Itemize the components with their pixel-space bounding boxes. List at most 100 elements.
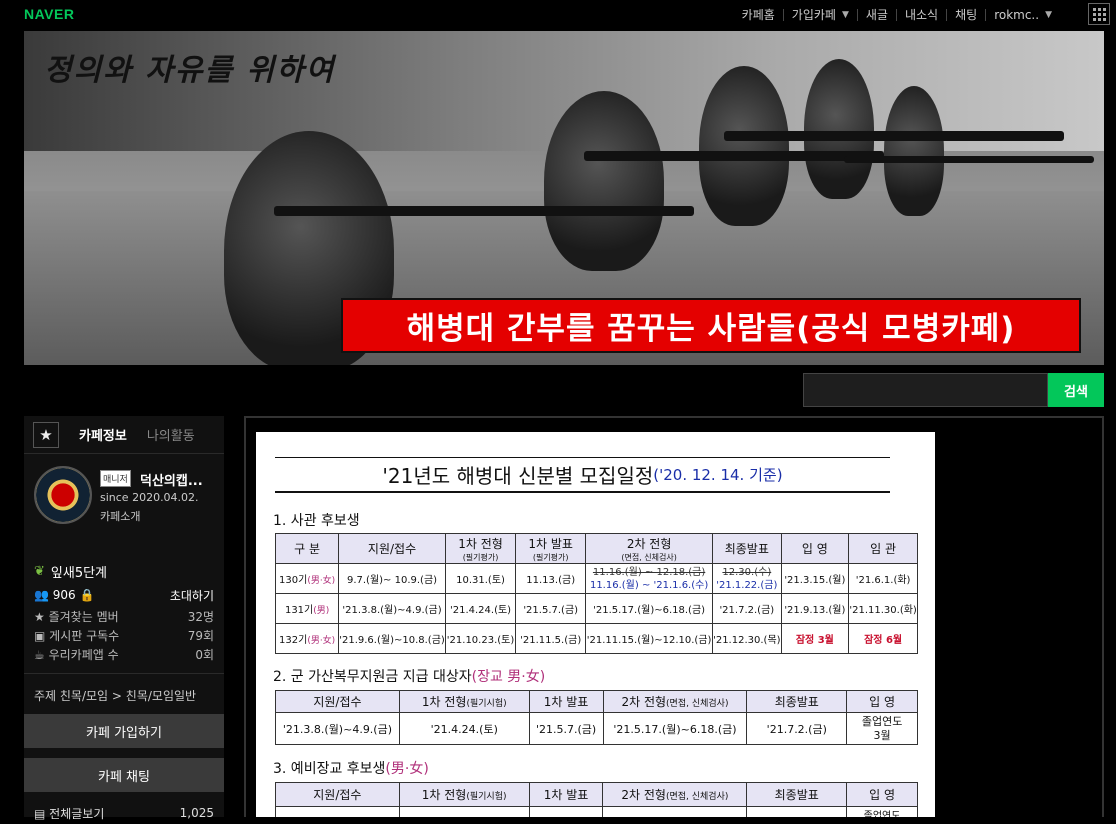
section-2-heading: 2. 군 가산복무지원금 지급 대상자(장교 男·女) <box>273 669 546 685</box>
stat-favorite-members: ★ 즐겨찾는 멤버 32명 <box>34 608 214 627</box>
joined-cafes-dropdown[interactable]: 가입카페 ▼ <box>782 8 857 22</box>
table-row: 132기(男·女) '21.9.6.(월)~10.8.(금) '21.10.23… <box>274 623 918 654</box>
document-title-date: ('20. 12. 14. 기준) <box>653 466 783 484</box>
since-date: since 2020.04.02. <box>100 491 199 504</box>
banner-headline: 해병대 간부를 꿈꾸는 사람들(공식 모병카페) <box>341 298 1081 353</box>
cafe-banner[interactable]: 정의와 자유를 위하여 해병대 간부를 꿈꾸는 사람들(공식 모병카페) <box>24 31 1104 365</box>
table-header: 1차 발표 <box>528 782 604 807</box>
recruitment-schedule-image: '21년도 해병대 신분별 모집일정 ('20. 12. 14. 기준) 1. 사… <box>256 432 935 817</box>
table-service-subsidy: 지원/접수 1차 전형(필기시험) 1차 발표 2차 전형(면접, 신체검사) … <box>275 690 918 745</box>
table-header: 1차 전형(필기시험) <box>398 782 530 807</box>
new-posts-link[interactable]: 새글 <box>856 8 896 22</box>
stat-board-subscriptions: ▣ 게시판 구독수 79회 <box>34 627 214 646</box>
tab-my-activity[interactable]: 나의활동 <box>147 425 195 444</box>
stat-value: 0회 <box>195 648 214 662</box>
table-header: 1차 발표 (필기평가) <box>515 533 587 564</box>
tab-cafe-info[interactable]: 카페정보 <box>79 425 127 444</box>
people-icon: 👥 <box>34 588 49 602</box>
invite-link[interactable]: 초대하기 <box>170 587 214 604</box>
section-3-heading: 3. 예비장교 후보생(男·女) <box>273 761 429 777</box>
document-title-text: '21년도 해병대 신분별 모집일정 <box>382 464 654 488</box>
table-officer-candidates: 구 분 지원/접수 1차 전형 (필기평가) 1차 발표 (필기평가) 2차 전형(… <box>274 533 918 654</box>
soldier-figure <box>804 59 874 199</box>
cafe-profile: 매니저 덕산의캡... since 2020.04.02. 카페소개 <box>24 454 224 546</box>
marine-corps-emblem <box>34 466 92 524</box>
chat-link[interactable]: 채팅 <box>946 9 985 21</box>
table-row: 130기(男·女) 9.7.(월)~ 10.9.(금) 10.31.(토) 11… <box>274 563 918 594</box>
all-posts-label: 전체글보기 <box>49 806 105 821</box>
rss-icon: ▣ <box>34 629 46 643</box>
apps-grid-icon[interactable] <box>1088 3 1110 25</box>
sidebar: ★ 카페정보 나의활동 매니저 덕산의캡... since 2020.04.02… <box>24 416 224 821</box>
leaf-icon: ❦ <box>34 563 45 579</box>
table-header: 2차 전형(면접, 신체검사) <box>602 782 748 807</box>
star-icon[interactable]: ★ <box>33 421 59 448</box>
table-row: '21.3.8.(월)~4.9.(금) '21.4.24.(토) '21.5.7… <box>275 712 918 745</box>
table-header: 지원/접수 <box>275 690 400 713</box>
new-posts-label: 새글 <box>865 8 888 22</box>
table-header: 지원/접수 <box>338 533 446 564</box>
rifle-shape <box>274 206 694 216</box>
table-header: 최종발표 <box>746 690 848 713</box>
cafe-level[interactable]: ❦ 잎새5단계 <box>34 560 214 582</box>
user-menu-dropdown[interactable]: rokmc.. ▼ <box>985 9 1060 21</box>
gnb-menu: 카페홈 가입카페 ▼ 새글 내소식 채팅 rokmc.. ▼ <box>734 0 1060 30</box>
chevron-down-icon: ▼ <box>1045 10 1052 20</box>
table-header: 1차 전형 (필기평가) <box>444 533 517 564</box>
all-posts-count: 1,025 <box>179 806 214 820</box>
cafe-home-label: 카페홈 <box>741 8 775 22</box>
naver-logo[interactable]: NAVER <box>24 6 74 22</box>
table-header: 최종발표 <box>712 533 782 564</box>
soldier-figure <box>699 66 789 226</box>
lock-icon: 🔒 <box>79 588 95 602</box>
table-row: 졸업연도 <box>275 806 918 817</box>
username-label: rokmc.. <box>994 8 1040 22</box>
soldier-figure <box>544 91 664 271</box>
document-title: '21년도 해병대 신분별 모집일정 ('20. 12. 14. 기준) <box>275 457 890 493</box>
level-label: 잎새5단계 <box>50 565 108 581</box>
table-header: 입 영 <box>780 533 850 564</box>
list-icon: ▤ <box>34 806 46 821</box>
table-header: 1차 발표 <box>528 690 604 713</box>
cafe-intro-link[interactable]: 카페소개 <box>100 508 140 524</box>
table-reserve-officer: 지원/접수 1차 전형(필기시험) 1차 발표 2차 전형(면접, 신체검사) … <box>275 782 918 817</box>
table-header: 임 관 <box>848 533 918 564</box>
table-row: 131기(男) '21.3.8.(월)~4.9.(금) '21.4.24.(토)… <box>274 593 918 624</box>
table-header: 입 영 <box>846 782 918 807</box>
joined-cafes-label: 가입카페 <box>791 8 836 22</box>
rifle-shape <box>844 156 1094 163</box>
cafe-category[interactable]: 주제 친목/모임 > 친목/모임일반 <box>24 674 224 714</box>
all-posts-link[interactable]: ▤ 전체글보기 1,025 <box>24 802 224 824</box>
table-header: 지원/접수 <box>275 782 400 807</box>
stat-label: 즐겨찾는 멤버 <box>48 610 119 624</box>
banner-slogan: 정의와 자유를 위하여 <box>44 53 336 88</box>
stat-label: 게시판 구독수 <box>49 629 120 643</box>
rifle-shape <box>724 131 1064 141</box>
soldier-figure <box>884 86 944 216</box>
stat-app-users: ☕ 우리카페앱 수 0회 <box>34 646 214 665</box>
table-header: 2차 전형(면접, 신체검사) <box>585 533 714 564</box>
table-header: 구 분 <box>274 533 340 564</box>
my-news-link[interactable]: 내소식 <box>895 9 946 21</box>
table-header: 1차 전형(필기시험) <box>398 690 530 713</box>
app-icon: ☕ <box>34 648 45 662</box>
sidebar-tabs: ★ 카페정보 나의활동 <box>24 416 224 454</box>
member-count-value: 906 <box>52 588 76 602</box>
chevron-down-icon: ▼ <box>841 10 849 20</box>
manager-name[interactable]: 덕산의캡... <box>140 470 203 489</box>
table-header: 최종발표 <box>746 782 848 807</box>
cafe-home-link[interactable]: 카페홈 <box>734 9 783 21</box>
star-icon: ★ <box>34 610 45 624</box>
cafe-stats: ❦ 잎새5단계 👥 906 🔒 초대하기 ★ 즐겨찾는 멤버 32명 ▣ 게시판 구… <box>24 546 224 665</box>
member-count-row: 👥 906 🔒 초대하기 <box>34 582 214 608</box>
rifle-shape <box>584 151 884 161</box>
join-cafe-button[interactable]: 카페 가입하기 <box>24 714 224 748</box>
chat-label: 채팅 <box>955 8 978 22</box>
manager-badge: 매니저 <box>100 470 131 487</box>
cafe-search-input[interactable] <box>803 373 1048 407</box>
stat-value: 32명 <box>187 610 214 624</box>
table-header: 2차 전형(면접, 신체검사) <box>602 690 748 713</box>
cafe-chat-button[interactable]: 카페 채팅 <box>24 758 224 792</box>
search-button[interactable]: 검색 <box>1048 373 1104 407</box>
member-count[interactable]: 👥 906 🔒 <box>34 588 94 602</box>
